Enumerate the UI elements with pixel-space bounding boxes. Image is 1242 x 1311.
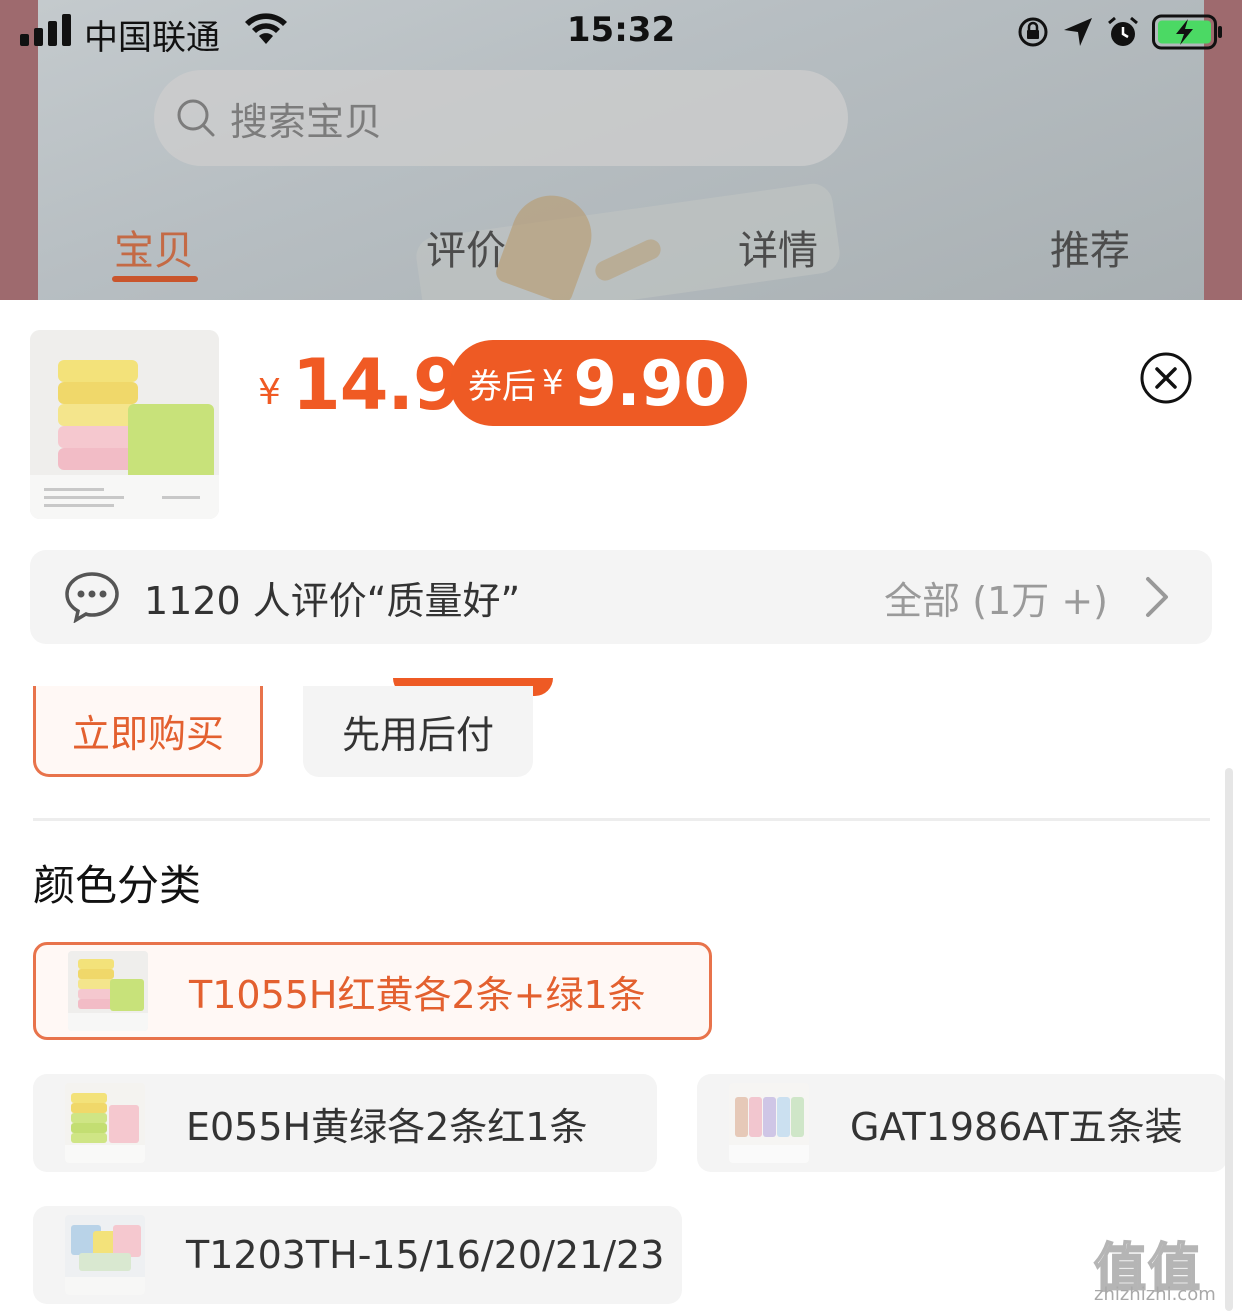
search-bar[interactable]: 搜索宝贝 bbox=[154, 70, 848, 166]
color-option-e055h[interactable]: E055H黄绿各2条红1条 bbox=[33, 1074, 657, 1172]
alarm-clock-icon bbox=[1108, 16, 1138, 46]
buy-now-button[interactable]: 立即购买 bbox=[33, 686, 263, 777]
color-section-title: 颜色分类 bbox=[33, 861, 202, 910]
sku-selection-sheet: ¥ 14.9 券后 ¥ 9.90 1120 人评价“质量好” 全部 (1万 +)… bbox=[0, 300, 1242, 1311]
review-all-count[interactable]: 全部 (1万 +) bbox=[884, 570, 1108, 625]
watermark-url: zhizhizhi.com bbox=[1094, 1284, 1216, 1305]
option-label: T1203TH-15/16/20/21/23 bbox=[186, 1233, 665, 1277]
coupon-label: 券后 bbox=[468, 366, 536, 407]
watermark-logo: 值值 zhizhizhi.com bbox=[1093, 1226, 1234, 1306]
search-placeholder: 搜索宝贝 bbox=[230, 99, 383, 144]
orientation-lock-icon bbox=[1018, 17, 1048, 47]
battery-charging-icon bbox=[1152, 14, 1222, 50]
coupon-price: 9.90 bbox=[573, 346, 727, 420]
tab-reviews[interactable]: 评价 bbox=[426, 218, 506, 276]
chevron-right-icon bbox=[1146, 577, 1168, 617]
review-summary-bar[interactable]: 1120 人评价“质量好” 全部 (1万 +) bbox=[30, 550, 1212, 644]
currency-symbol: ¥ bbox=[258, 372, 281, 413]
active-tab-indicator bbox=[112, 276, 198, 282]
chat-bubble-icon bbox=[65, 572, 119, 623]
close-icon[interactable] bbox=[1140, 352, 1192, 404]
color-option-t1203th[interactable]: T1203TH-15/16/20/21/23 bbox=[33, 1206, 682, 1304]
option-thumbnail bbox=[729, 1083, 809, 1163]
status-right-icons bbox=[1016, 10, 1224, 54]
status-bar: 中国联通 15:32 bbox=[0, 0, 1242, 64]
location-arrow-icon bbox=[1064, 18, 1092, 46]
color-option-gat1986at[interactable]: GAT1986AT五条装 bbox=[697, 1074, 1227, 1172]
coupon-price-badge: 券后 ¥ 9.90 bbox=[450, 340, 747, 426]
option-thumbnail bbox=[65, 1215, 145, 1295]
option-label: GAT1986AT五条装 bbox=[850, 1104, 1183, 1149]
coupon-currency-symbol: ¥ bbox=[542, 363, 564, 403]
search-icon bbox=[177, 99, 215, 137]
option-label: E055H黄绿各2条红1条 bbox=[186, 1104, 588, 1149]
section-divider bbox=[33, 818, 1210, 821]
product-price: 14.9 bbox=[292, 344, 462, 426]
option-label: T1055H红黄各2条+绿1条 bbox=[189, 972, 646, 1017]
tab-details[interactable]: 详情 bbox=[738, 218, 818, 276]
review-summary-text: 1120 人评价“质量好” bbox=[144, 578, 521, 623]
option-thumbnail bbox=[68, 951, 148, 1031]
pay-later-button[interactable]: 先用后付 bbox=[303, 686, 533, 777]
color-option-t1055h[interactable]: T1055H红黄各2条+绿1条 bbox=[33, 942, 712, 1040]
tab-product[interactable]: 宝贝 bbox=[114, 218, 194, 276]
option-thumbnail bbox=[65, 1083, 145, 1163]
product-thumbnail[interactable] bbox=[30, 330, 219, 519]
towel-stack-image bbox=[30, 330, 219, 519]
tab-recommend[interactable]: 推荐 bbox=[1050, 218, 1130, 276]
